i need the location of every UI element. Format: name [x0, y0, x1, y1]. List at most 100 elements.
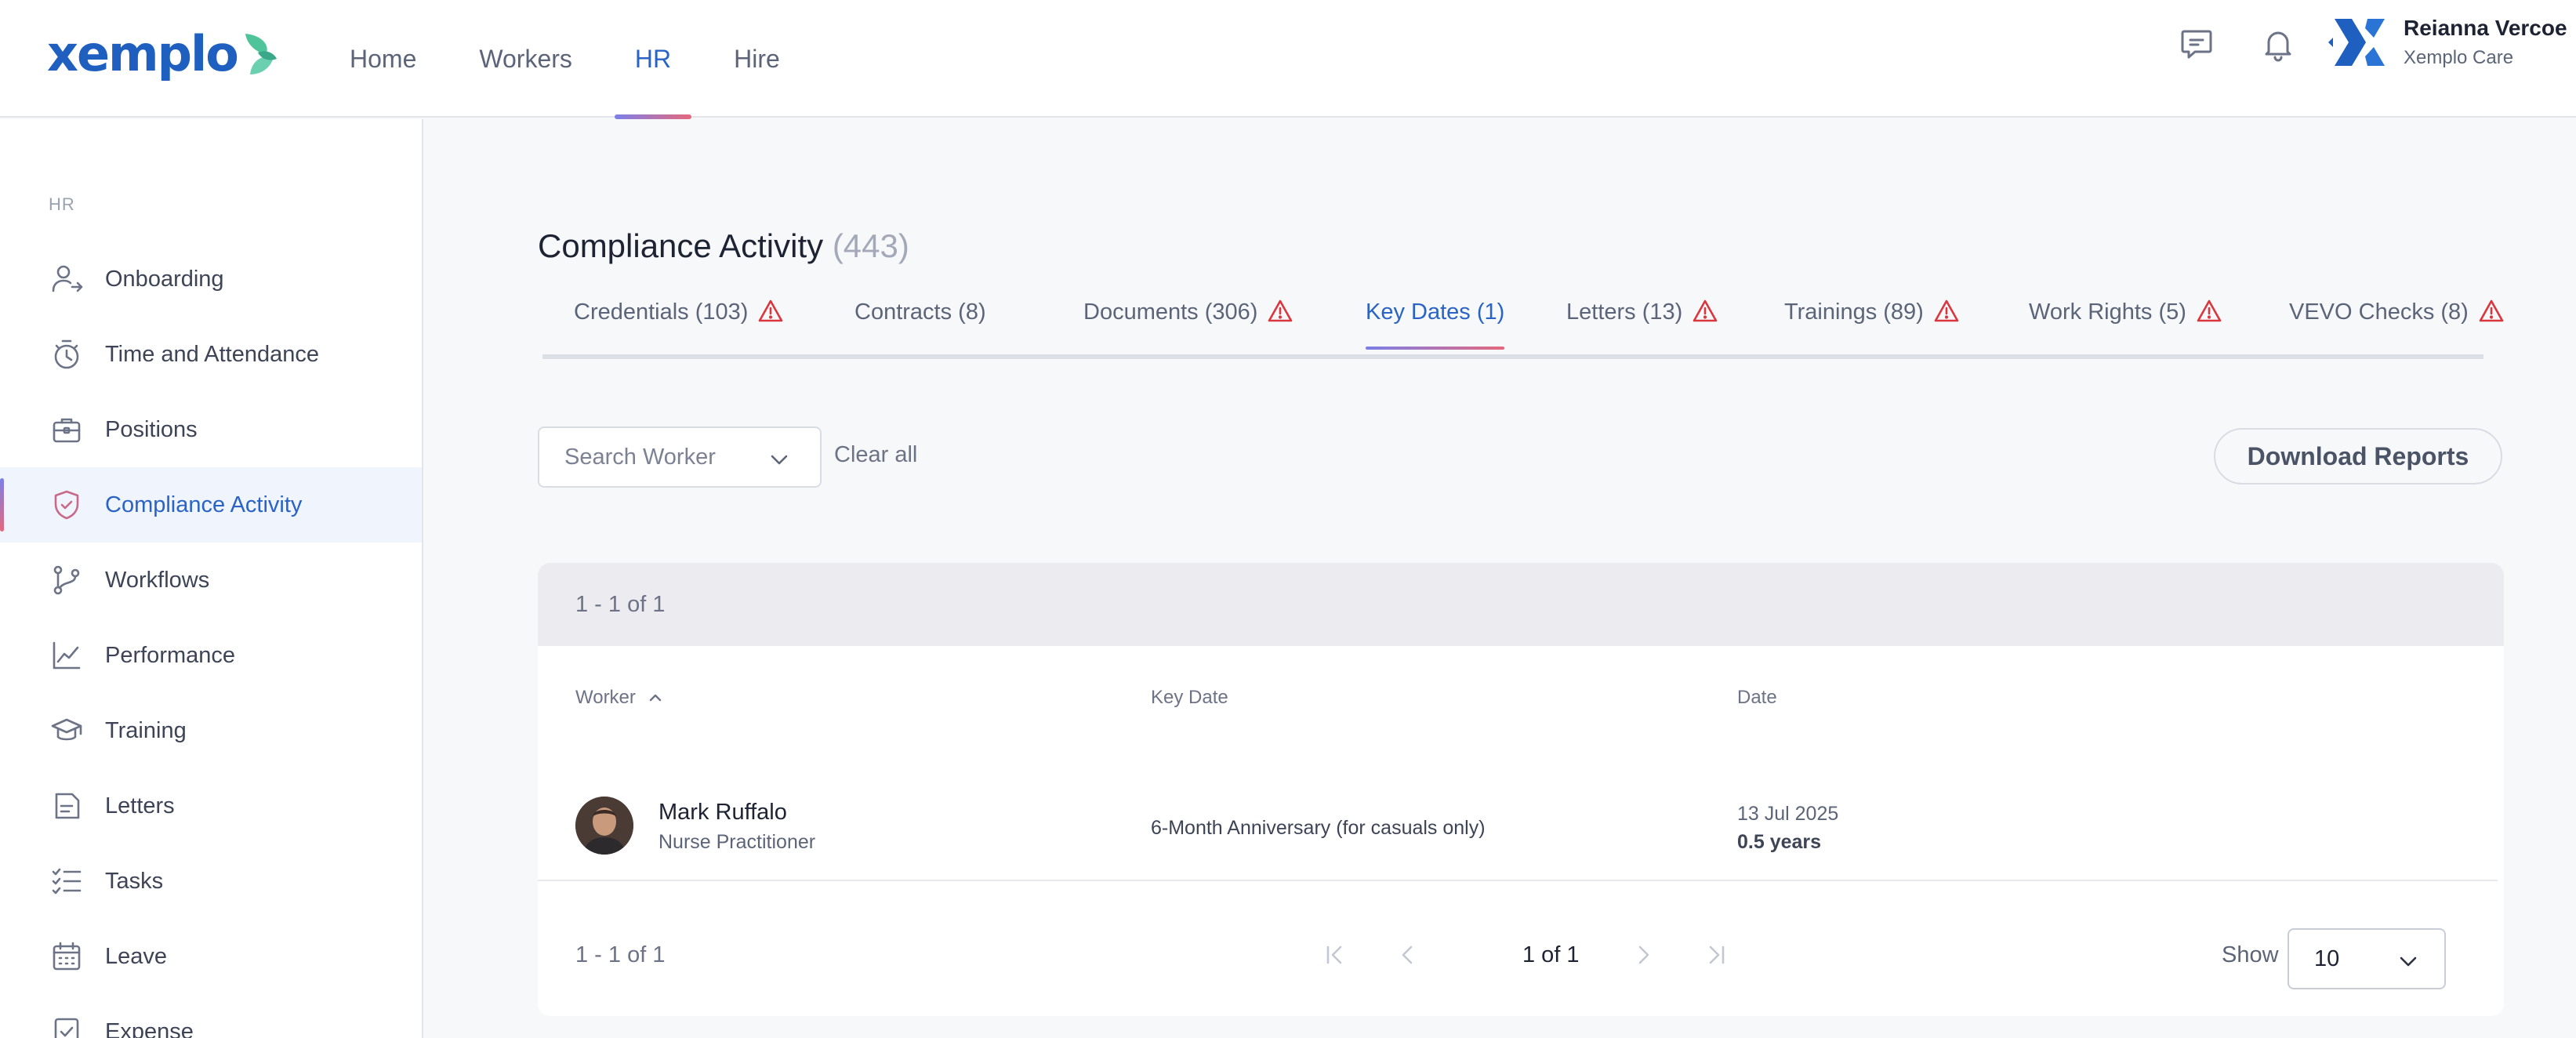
column-header-key-date: Key Date	[1151, 687, 1228, 709]
tab-label: VEVO Checks (8)	[2289, 299, 2469, 325]
sidebar-item-label: Leave	[105, 943, 168, 969]
page-title-count: (443)	[832, 227, 909, 264]
line-chart-icon	[53, 641, 81, 670]
chat-icon[interactable]	[2178, 25, 2215, 63]
sidebar-item-label: Compliance Activity	[105, 492, 303, 517]
sidebar-item-time-and-attendance[interactable]: Time and Attendance	[0, 317, 422, 392]
org-logo-icon	[2328, 19, 2385, 66]
nav-home[interactable]: Home	[350, 0, 416, 118]
document-icon	[55, 793, 80, 819]
bell-icon[interactable]	[2259, 25, 2297, 63]
user-org: Xemplo Care	[2404, 47, 2514, 68]
table-row[interactable]: Mark Ruffalo Nurse Practitioner 6-Month …	[538, 765, 2498, 881]
tab-label: Contracts (8)	[854, 299, 986, 325]
warning-icon	[2479, 299, 2504, 322]
sidebar-item-letters[interactable]: Letters	[0, 768, 422, 844]
page-title: Compliance Activity (443)	[538, 227, 909, 265]
column-label: Date	[1737, 687, 1777, 708]
sort-ascending-icon	[649, 694, 662, 702]
page-size-value: 10	[2314, 945, 2340, 971]
sidebar-item-label: Letters	[105, 793, 175, 818]
sidebar-item-label: Performance	[105, 642, 236, 668]
main-content: Compliance Activity (443) Credentials (1…	[425, 119, 2576, 1038]
main-nav: Home Workers HR Hire	[350, 0, 843, 119]
sidebar-item-workflows[interactable]: Workflows	[0, 543, 422, 618]
chevron-down-icon	[2400, 956, 2417, 967]
logo-leaf-icon	[245, 34, 277, 74]
nav-hire[interactable]: Hire	[734, 0, 780, 118]
checklist-icon	[52, 868, 82, 895]
tab-key-dates[interactable]: Key Dates (1)	[1366, 299, 1505, 354]
page-size-label: Show	[2222, 942, 2279, 967]
tab-trainings[interactable]: Trainings (89)	[1784, 299, 1960, 354]
shield-check-icon	[54, 490, 79, 520]
worker-role: Nurse Practitioner	[659, 831, 816, 853]
user-name: Reianna Vercoe	[2404, 16, 2567, 40]
chevron-down-icon	[771, 455, 788, 465]
column-header-date: Date	[1737, 687, 1777, 709]
nav-workers[interactable]: Workers	[479, 0, 572, 118]
sidebar-item-leave[interactable]: Leave	[0, 919, 422, 994]
tab-work-rights[interactable]: Work Rights (5)	[2029, 299, 2222, 354]
tab-letters[interactable]: Letters (13)	[1566, 299, 1718, 354]
sidebar-item-label: Tasks	[105, 868, 164, 894]
sidebar-section-label: HR	[49, 194, 75, 214]
tab-label: Work Rights (5)	[2029, 299, 2186, 325]
warning-icon	[759, 299, 783, 322]
download-reports-button[interactable]: Download Reports	[2214, 428, 2502, 485]
warning-icon	[1934, 299, 1959, 322]
sidebar-item-positions[interactable]: Positions	[0, 392, 422, 467]
user-menu[interactable]: Reianna Vercoe Xemplo Care	[2328, 13, 2567, 72]
user-arrow-icon	[52, 265, 83, 292]
sidebar-item-performance[interactable]: Performance	[0, 618, 422, 693]
stopwatch-icon	[54, 339, 79, 369]
sidebar-item-label: Workflows	[105, 567, 210, 593]
logo-text: xemplo	[47, 25, 239, 82]
date-value: 13 Jul 2025	[1737, 803, 1839, 825]
tab-label: Trainings (89)	[1784, 299, 1924, 325]
page-size-select[interactable]: 10	[2288, 928, 2446, 989]
worker-name[interactable]: Mark Ruffalo	[659, 800, 787, 826]
tab-label: Letters (13)	[1566, 299, 1683, 325]
page-indicator: 1 of 1	[1522, 942, 1580, 967]
receipt-icon	[54, 1018, 79, 1038]
tab-credentials[interactable]: Credentials (103)	[574, 299, 784, 354]
tenure-value: 0.5 years	[1737, 831, 1822, 853]
range-text: 1 - 1 of 1	[575, 591, 666, 617]
tab-label: Credentials (103)	[574, 299, 749, 325]
sidebar-item-label: Expense	[105, 1018, 194, 1038]
pagination: 1 of 1	[538, 931, 2504, 978]
tab-label: Documents (306)	[1083, 299, 1258, 325]
sidebar-item-tasks[interactable]: Tasks	[0, 844, 422, 919]
key-dates-table: 1 - 1 of 1 Worker Key Date Date Mark Ruf…	[538, 563, 2504, 1016]
top-bar: xemplo Home Workers HR Hire Reianna Verc…	[0, 0, 2576, 119]
sidebar-item-onboarding[interactable]: Onboarding	[0, 241, 422, 317]
briefcase-icon	[53, 418, 81, 443]
tab-label: Key Dates (1)	[1366, 299, 1505, 325]
xemplo-logo[interactable]: xemplo	[47, 27, 278, 82]
tab-contracts[interactable]: Contracts (8)	[854, 299, 986, 354]
sidebar-item-training[interactable]: Training	[0, 693, 422, 768]
sidebar-item-label: Positions	[105, 416, 198, 442]
sidebar-item-label: Training	[105, 717, 187, 743]
previous-page-icon[interactable]	[1395, 942, 1420, 967]
nav-hr[interactable]: HR	[614, 0, 692, 119]
warning-icon	[1693, 299, 1718, 322]
warning-icon	[2197, 299, 2222, 322]
tab-documents[interactable]: Documents (306)	[1083, 299, 1293, 354]
table-range-top: 1 - 1 of 1	[538, 563, 2504, 646]
next-page-icon[interactable]	[1631, 942, 1656, 967]
search-worker-select[interactable]: Search Worker	[538, 426, 822, 488]
search-worker-placeholder: Search Worker	[564, 444, 716, 470]
sidebar-list: Onboarding Time and Attendance Positions…	[0, 241, 422, 1038]
sidebar-item-expense[interactable]: Expense	[0, 994, 422, 1038]
git-branch-icon	[53, 565, 80, 595]
tab-vevo-checks[interactable]: VEVO Checks (8)	[2289, 299, 2505, 354]
last-page-icon[interactable]	[1704, 942, 1729, 967]
sidebar-item-compliance-activity[interactable]: Compliance Activity	[0, 467, 422, 543]
clear-all-link[interactable]: Clear all	[834, 442, 917, 468]
graduation-cap-icon	[51, 718, 82, 741]
column-header-worker[interactable]: Worker	[575, 687, 664, 709]
column-label: Key Date	[1151, 687, 1228, 708]
first-page-icon[interactable]	[1322, 942, 1347, 967]
